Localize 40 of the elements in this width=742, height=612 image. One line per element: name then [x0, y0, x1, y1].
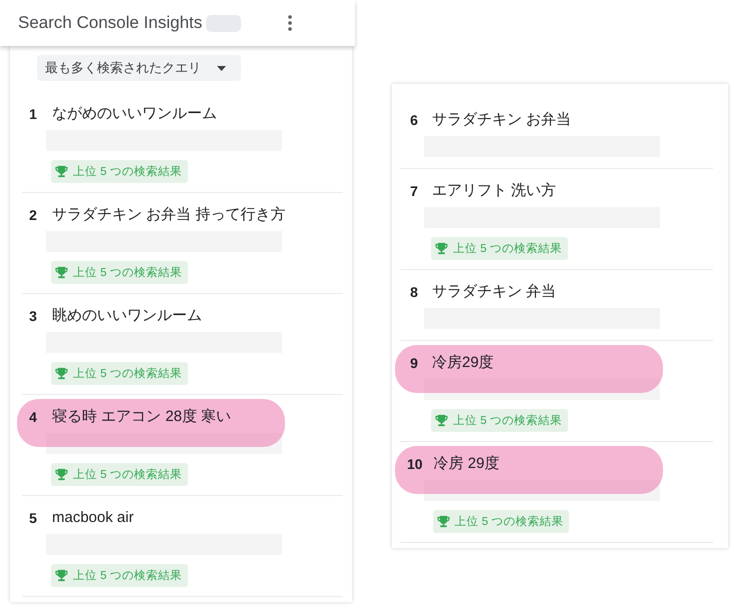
chip-label: 上位 5 つの検索結果 — [453, 242, 562, 256]
query-text: 冷房29度 — [432, 353, 494, 373]
query-text: macbook air — [52, 508, 134, 528]
chip-label: 上位 5 つの検索結果 — [73, 468, 182, 482]
rank-number: 3 — [28, 307, 38, 326]
trophy-icon — [55, 569, 68, 582]
trophy-icon — [436, 515, 450, 528]
query-text: ながめのいいワンルーム — [52, 104, 217, 124]
trophy-icon — [55, 165, 68, 178]
query-text: サラダチキン お弁当 — [432, 110, 572, 130]
rank-number: 10 — [407, 455, 423, 474]
chip-label: 上位 5 つの検索結果 — [73, 266, 182, 280]
chip-label: 上位 5 つの検索結果 — [454, 514, 564, 529]
query-text: サラダチキン お弁当 持って行き方 — [52, 205, 286, 225]
trophy-icon — [435, 414, 448, 427]
rank-number: 2 — [28, 206, 38, 225]
rank-number: 1 — [28, 105, 38, 124]
trophy-icon — [55, 367, 68, 380]
chip-label: 上位 5 つの検索結果 — [453, 414, 562, 428]
query-text: エアリフト 洗い方 — [432, 181, 556, 201]
app-title: Search Console Insights — [18, 13, 202, 33]
trophy-icon — [55, 468, 68, 481]
chip-label: 上位 5 つの検索結果 — [73, 568, 182, 583]
rank-number: 4 — [28, 408, 38, 427]
caret-icon — [217, 66, 226, 70]
query-text: 眺めのいいワンルーム — [52, 306, 202, 326]
rank-number: 8 — [409, 283, 419, 302]
query-text: 寝る時 エアコン 28度 寒い — [52, 407, 232, 427]
rank-number: 6 — [409, 111, 419, 130]
rank-number: 5 — [28, 509, 38, 528]
query-text: 冷房 29度 — [434, 454, 500, 474]
trophy-icon — [435, 242, 448, 255]
query-type-dropdown[interactable]: 最も多く検索されたクエリ — [37, 55, 241, 81]
rank-number: 7 — [409, 182, 419, 201]
chip-label: 上位 5 つの検索結果 — [73, 366, 182, 381]
more-options-icon[interactable] — [288, 15, 292, 31]
trophy-icon — [55, 266, 68, 279]
chip-label: 上位 5 つの検索結果 — [73, 164, 182, 179]
rank-number: 9 — [409, 354, 419, 373]
query-text: サラダチキン 弁当 — [432, 282, 556, 302]
